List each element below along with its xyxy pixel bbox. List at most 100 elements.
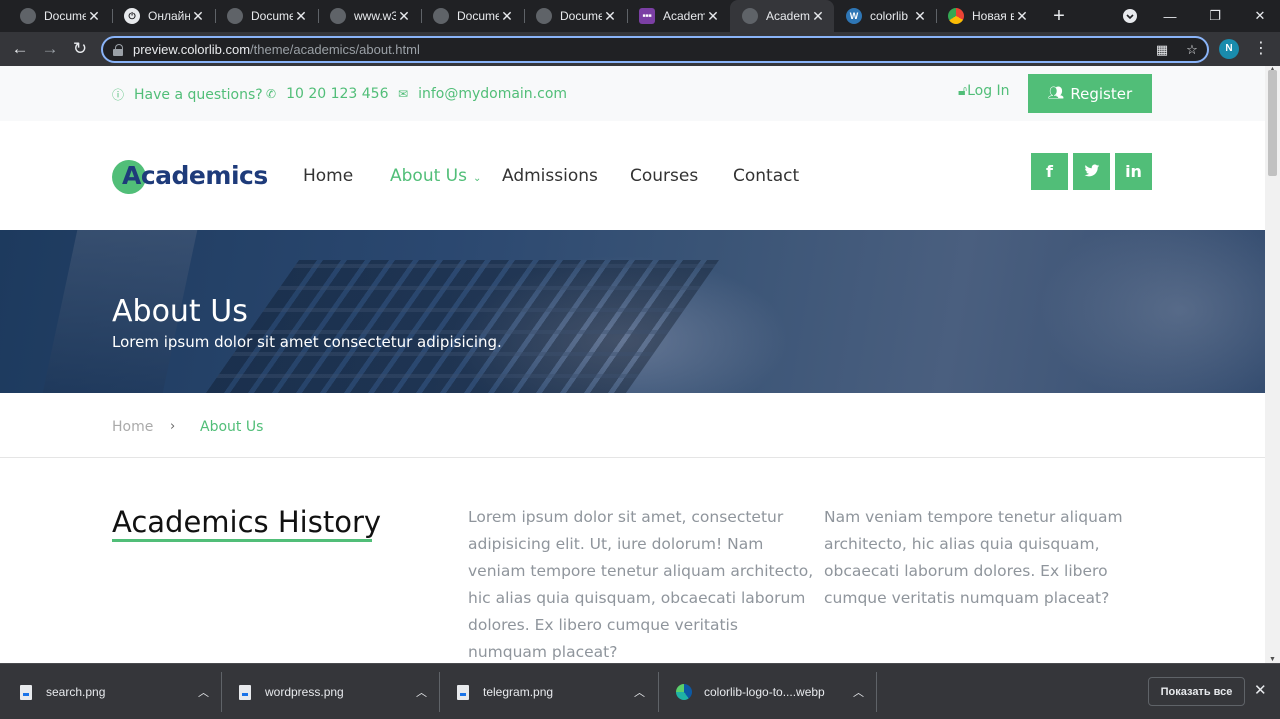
close-icon[interactable]: ✕ xyxy=(293,8,309,25)
tab-title: Docume xyxy=(251,9,293,23)
tab-search-icon[interactable] xyxy=(1110,0,1150,32)
close-window-button[interactable]: ✕ xyxy=(1240,0,1280,32)
close-icon[interactable]: ✕ xyxy=(912,8,928,25)
phone-link[interactable]: ✆ 10 20 123 456 xyxy=(266,86,389,102)
address-bar[interactable]: preview.colorlib.com/theme/academics/abo… xyxy=(101,36,1209,63)
browser-toolbar: ← → ↻ preview.colorlib.com/theme/academi… xyxy=(0,32,1280,66)
lock-icon[interactable] xyxy=(113,43,123,56)
chevron-up-icon[interactable]: ︿ xyxy=(416,684,427,700)
tab-title: Новая в xyxy=(972,9,1014,23)
tab[interactable]: Docume ✕ xyxy=(8,0,110,32)
globe-icon xyxy=(330,8,346,24)
kebab-menu-icon[interactable]: ⋮ xyxy=(1253,38,1269,60)
linkedin-icon[interactable]: in xyxy=(1115,153,1152,190)
download-filename: wordpress.png xyxy=(265,685,344,699)
show-all-button[interactable]: Показать все xyxy=(1148,677,1245,706)
tab[interactable]: Новая в ✕ xyxy=(936,0,1038,32)
tab[interactable]: Docume ✕ xyxy=(421,0,523,32)
tab-title: Docume xyxy=(44,9,86,23)
download-filename: telegram.png xyxy=(483,685,554,699)
reload-button[interactable]: ↻ xyxy=(68,37,92,61)
tab-active[interactable]: Academ ✕ xyxy=(730,0,834,32)
back-button[interactable]: ← xyxy=(8,37,32,61)
paragraph-line: numquam placeat? xyxy=(468,643,618,661)
minimize-button[interactable]: — xyxy=(1150,0,1190,32)
tab[interactable]: www.w3 ✕ xyxy=(318,0,420,32)
facebook-icon[interactable]: f xyxy=(1031,153,1068,190)
breadcrumb-current: About Us xyxy=(200,419,264,435)
twitter-icon[interactable] xyxy=(1073,153,1110,190)
tab-title: Онлайн xyxy=(148,9,190,23)
url-text[interactable]: preview.colorlib.com/theme/academics/abo… xyxy=(133,42,420,57)
chevron-up-icon[interactable]: ︿ xyxy=(198,684,209,700)
close-icon[interactable]: ✕ xyxy=(602,8,618,25)
nav-item-contact[interactable]: Contact xyxy=(733,166,799,186)
close-icon[interactable]: ✕ xyxy=(190,8,206,25)
download-filename: search.png xyxy=(46,685,106,699)
tab-title: Academ xyxy=(663,9,705,23)
title-underline xyxy=(112,539,372,542)
bookmark-star-icon[interactable]: ☆ xyxy=(1183,41,1201,59)
nav-item-courses[interactable]: Courses xyxy=(630,166,698,186)
chevron-down-icon: ⌄ xyxy=(472,173,482,184)
tab[interactable]: Docume ✕ xyxy=(524,0,626,32)
history-paragraph-2: Nam veniam tempore tenetur aliquam archi… xyxy=(824,504,1123,612)
close-icon[interactable]: ✕ xyxy=(499,8,515,25)
login-link[interactable]: 🔓︎Log In xyxy=(958,83,1010,99)
new-tab-button[interactable]: + xyxy=(1047,4,1071,28)
nav-item-admissions[interactable]: Admissions xyxy=(502,166,598,186)
nav-item-about[interactable]: About Us ⌄ xyxy=(390,166,481,186)
page-viewport: ⓘ Have a questions? ✆ 10 20 123 456 ✉ in… xyxy=(0,66,1280,663)
nav-item-about-label: About Us xyxy=(390,166,467,186)
globe-icon xyxy=(536,8,552,24)
paragraph-line: obcaecati laborum dolores. Ex libero xyxy=(824,562,1108,580)
tab[interactable]: ■■■ Academ ✕ xyxy=(627,0,729,32)
forward-button[interactable]: → xyxy=(38,37,62,61)
hero-image-keyboard-rows xyxy=(200,260,720,393)
scroll-down-icon[interactable]: ▼ xyxy=(1269,656,1276,663)
tab[interactable]: ⏻ Онлайн ✕ xyxy=(112,0,214,32)
question-circle-icon: ⓘ xyxy=(112,88,125,102)
qr-code-icon[interactable]: ▦ xyxy=(1153,41,1171,59)
paragraph-line: Nam veniam tempore tenetur aliquam xyxy=(824,508,1123,526)
download-item[interactable]: colorlib-logo-to....webp ︿ xyxy=(656,664,876,719)
tab[interactable]: Docume ✕ xyxy=(215,0,317,32)
register-button[interactable]: 👥︎ Register xyxy=(1028,74,1152,113)
close-icon[interactable]: ✕ xyxy=(86,8,102,25)
download-item[interactable]: telegram.png ︿ xyxy=(437,664,657,719)
email-link[interactable]: ✉ info@mydomain.com xyxy=(398,86,567,102)
top-info-bar: ⓘ Have a questions? ✆ 10 20 123 456 ✉ in… xyxy=(0,66,1265,121)
email-text: info@mydomain.com xyxy=(418,86,568,102)
profile-avatar[interactable]: N xyxy=(1219,39,1239,59)
unlock-icon: 🔓︎ xyxy=(958,83,968,99)
chrome-icon xyxy=(948,8,964,24)
chevron-up-icon[interactable]: ︿ xyxy=(853,684,864,700)
download-filename: colorlib-logo-to....webp xyxy=(704,685,825,699)
close-icon[interactable]: ✕ xyxy=(1254,681,1267,699)
close-icon[interactable]: ✕ xyxy=(1014,8,1030,25)
hero-subtitle: Lorem ipsum dolor sit amet consectetur a… xyxy=(112,333,502,351)
nav-item-home[interactable]: Home xyxy=(303,166,353,186)
restore-button[interactable]: ❐ xyxy=(1195,0,1235,32)
envelope-icon: ✉ xyxy=(398,87,409,101)
shelf-divider xyxy=(876,672,877,712)
scrollbar-thumb[interactable] xyxy=(1268,70,1277,176)
paragraph-line: adipisicing elit. Ut, iure dolorum! Nam xyxy=(468,535,764,553)
close-icon[interactable]: ✕ xyxy=(705,8,721,25)
page-scrollbar[interactable]: ▲ ▼ xyxy=(1265,66,1280,663)
download-item[interactable]: search.png ︿ xyxy=(0,664,221,719)
login-text: Log In xyxy=(967,83,1010,99)
breadcrumb-home[interactable]: Home xyxy=(112,419,153,435)
question-link[interactable]: ⓘ Have a questions? xyxy=(112,86,263,103)
register-label: Register xyxy=(1070,84,1133,103)
breadcrumb: Home › About Us xyxy=(0,393,1265,458)
close-icon[interactable]: ✕ xyxy=(810,8,826,25)
chevron-up-icon[interactable]: ︿ xyxy=(634,684,645,700)
close-icon[interactable]: ✕ xyxy=(396,8,412,25)
hero-title: About Us xyxy=(112,294,248,329)
file-icon xyxy=(239,684,251,700)
download-item[interactable]: wordpress.png ︿ xyxy=(219,664,439,719)
history-paragraph-1: Lorem ipsum dolor sit amet, consectetur … xyxy=(468,504,813,663)
tab[interactable]: W colorlib ✕ xyxy=(834,0,936,32)
url-path: /theme/academics/about.html xyxy=(250,42,420,57)
